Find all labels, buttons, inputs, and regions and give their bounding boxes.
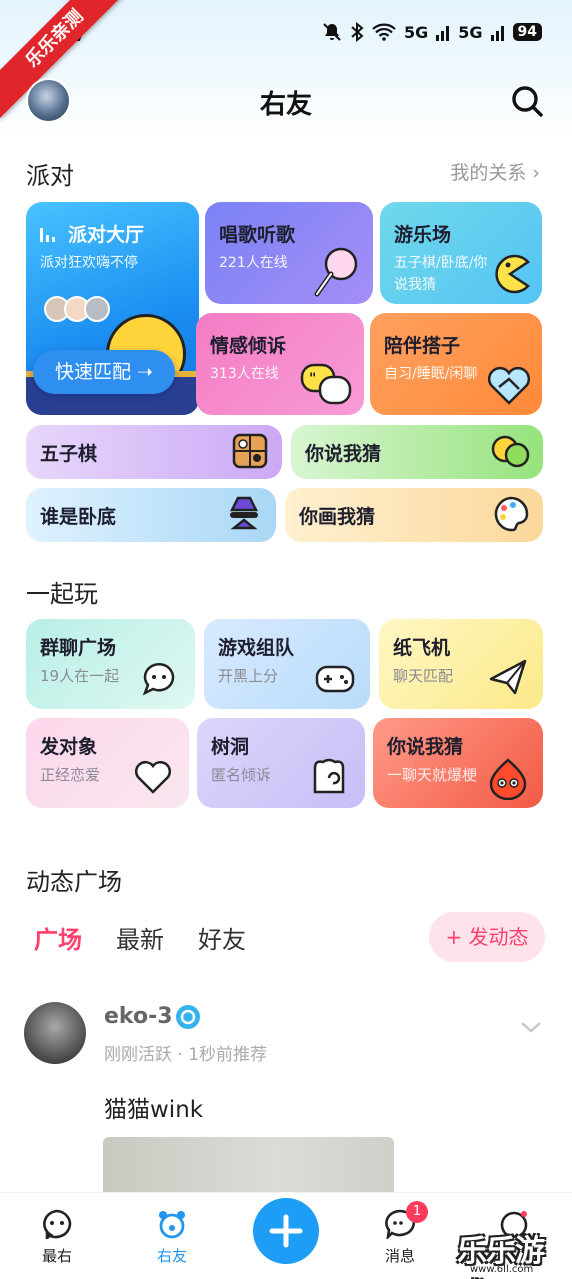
group-chat-icon <box>142 663 175 696</box>
post-author-avatar[interactable] <box>24 1002 86 1064</box>
tab-square[interactable]: 广场 <box>34 920 82 955</box>
playground-subtitle: 五子棋/卧底/你说我猜 <box>394 255 488 293</box>
guess-chat-subtitle: 一聊天就爆梗 <box>387 766 478 784</box>
bluetooth-icon <box>351 22 364 42</box>
nav-item-youyou[interactable]: 右友 <box>142 1209 202 1266</box>
playground-title: 游乐场 <box>394 224 452 246</box>
mute-bell-icon <box>323 23 341 41</box>
verified-icon <box>176 1005 200 1029</box>
heart-handshake-icon <box>487 366 531 405</box>
nav-label-zuiyou: 最右 <box>41 1247 72 1265</box>
emotion-card[interactable]: 情感倾诉 313人在线 " <box>196 313 364 415</box>
search-icon[interactable] <box>510 84 544 118</box>
paper-plane-subtitle: 聊天匹配 <box>393 667 454 685</box>
signal-bars-icon <box>436 26 450 41</box>
new-post-button[interactable]: + 发动态 <box>429 912 545 962</box>
guess-card[interactable]: 你说我猜 <box>291 425 543 479</box>
group-chat-subtitle: 19人在一起 <box>40 667 120 685</box>
spy-title: 谁是卧底 <box>40 506 117 528</box>
tree-hole-card[interactable]: 树洞 匿名倾诉 <box>197 718 365 808</box>
signal-2: 5G <box>458 22 483 42</box>
post-text: 猫猫wink <box>104 1097 204 1123</box>
tab-friends[interactable]: 好友 <box>198 920 246 955</box>
companion-card[interactable]: 陪伴搭子 自习/睡眠/闲聊 <box>370 313 542 415</box>
party-hall-title: 派对大厅 <box>68 224 145 246</box>
game-team-subtitle: 开黑上分 <box>218 667 279 685</box>
chevron-down-icon[interactable] <box>520 1020 542 1034</box>
guess-chat-card[interactable]: 你说我猜 一聊天就爆梗 <box>373 718 543 808</box>
talking-faces-icon <box>491 435 530 468</box>
paper-plane-card[interactable]: 纸飞机 聊天匹配 <box>379 619 543 709</box>
find-partner-card[interactable]: 发对象 正经恋爱 <box>26 718 189 808</box>
emotion-title: 情感倾诉 <box>210 335 287 357</box>
sing-subtitle: 221人在线 <box>219 255 288 271</box>
spy-card[interactable]: 谁是卧底 <box>26 488 276 542</box>
group-chat-title: 群聊广场 <box>40 637 117 659</box>
watermark-url: www.6ll.com <box>470 1264 534 1275</box>
emotion-subtitle: 313人在线 <box>210 366 279 382</box>
spy-icon <box>229 496 259 530</box>
tree-hole-subtitle: 匿名倾诉 <box>211 766 272 784</box>
playground-card[interactable]: 游乐场 五子棋/卧底/你说我猜 <box>380 202 542 304</box>
my-relations-link[interactable]: 我的关系 › <box>450 158 540 185</box>
tree-hole-icon <box>313 758 345 794</box>
palette-icon <box>494 496 529 532</box>
post-author-name[interactable]: eko-3 <box>104 1004 173 1029</box>
companion-title: 陪伴搭子 <box>384 335 461 357</box>
chat-bubble-icon: " <box>300 363 352 405</box>
page-title: 右友 <box>259 90 312 120</box>
fire-mascot-icon <box>489 758 527 800</box>
pacman-icon <box>495 254 530 294</box>
draw-guess-title: 你画我猜 <box>299 506 376 528</box>
nav-item-messages[interactable]: 1 消息 <box>370 1201 430 1266</box>
gomoku-card[interactable]: 五子棋 <box>26 425 282 479</box>
gomoku-board-icon <box>232 433 268 469</box>
tab-latest[interactable]: 最新 <box>116 920 164 955</box>
microphone-icon <box>314 247 358 297</box>
guess-chat-title: 你说我猜 <box>387 736 464 758</box>
face-icon <box>43 1209 72 1241</box>
guess-title: 你说我猜 <box>305 443 382 465</box>
find-partner-title: 发对象 <box>40 736 98 758</box>
signal-1: 5G <box>403 22 429 42</box>
heart-chat-icon <box>135 761 171 794</box>
feed-section-title: 动态广场 <box>26 868 122 896</box>
sound-bars-icon <box>40 228 55 242</box>
sing-title: 唱歌听歌 <box>219 224 296 246</box>
online-avatars <box>44 296 110 322</box>
nav-label-youyou: 右友 <box>156 1247 187 1265</box>
play-section-title: 一起玩 <box>26 580 98 608</box>
nav-item-zuiyou[interactable]: 最右 <box>27 1209 87 1266</box>
paper-plane-icon <box>489 659 527 695</box>
nav-label-messages: 消息 <box>384 1247 415 1265</box>
gamepad-icon <box>315 665 355 693</box>
feed-tabs: 广场 最新 好友 <box>34 920 246 955</box>
message-badge: 1 <box>406 1201 428 1223</box>
wifi-icon <box>372 23 396 41</box>
post-meta: 刚刚活跃 · 1秒前推荐 <box>104 1045 268 1065</box>
bear-icon <box>159 1211 185 1239</box>
party-section-title: 派对 <box>26 162 74 190</box>
battery-level: 94 <box>512 23 542 41</box>
companion-subtitle: 自习/睡眠/闲聊 <box>384 366 478 382</box>
plus-icon <box>269 1214 303 1248</box>
game-team-title: 游戏组队 <box>218 637 295 659</box>
game-team-card[interactable]: 游戏组队 开黑上分 <box>204 619 370 709</box>
signal-bars-icon <box>490 26 504 41</box>
paper-plane-title: 纸飞机 <box>393 637 451 659</box>
party-hall-subtitle: 派对狂欢嗨不停 <box>40 255 138 271</box>
quick-match-button[interactable]: 快速匹配 ➝ <box>33 350 175 394</box>
create-fab-button[interactable] <box>253 1198 319 1264</box>
draw-guess-card[interactable]: 你画我猜 <box>285 488 543 542</box>
find-partner-subtitle: 正经恋爱 <box>40 766 101 784</box>
group-chat-card[interactable]: 群聊广场 19人在一起 <box>26 619 195 709</box>
gomoku-title: 五子棋 <box>40 443 98 465</box>
quick-match-label: 快速匹配 <box>55 361 132 383</box>
svg-text:": " <box>309 371 316 387</box>
sing-card[interactable]: 唱歌听歌 221人在线 <box>205 202 373 304</box>
tree-hole-title: 树洞 <box>211 736 250 758</box>
